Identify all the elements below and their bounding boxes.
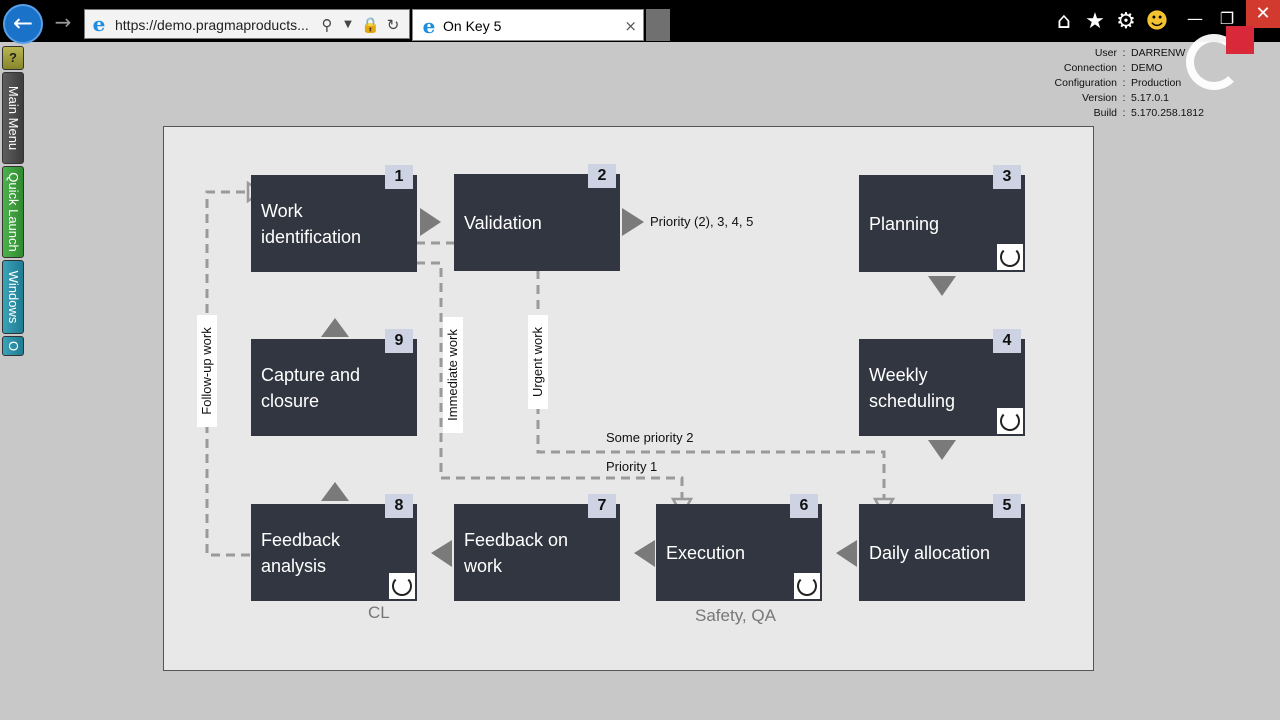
- lock-icon[interactable]: 🔒: [361, 15, 380, 35]
- step-number: 7: [588, 494, 616, 518]
- smiley-feedback-icon[interactable]: ☻: [1145, 10, 1169, 34]
- windows-button[interactable]: Windows: [2, 260, 24, 334]
- o-label: O: [6, 340, 21, 352]
- help-button[interactable]: ?: [2, 46, 24, 70]
- tab-close-icon[interactable]: ×: [624, 16, 637, 36]
- back-arrow-icon[interactable]: ←: [3, 4, 43, 44]
- arrow-3-to-4: [928, 276, 956, 296]
- step-feedback-on-work[interactable]: Feedback on work 7: [454, 494, 620, 601]
- ie-logo-icon: e: [92, 12, 106, 36]
- step-planning[interactable]: Planning 3: [859, 165, 1025, 272]
- urgent-connector: [536, 270, 886, 499]
- step-title: Execution: [666, 542, 746, 563]
- step-work-identification[interactable]: Work identification 1: [251, 165, 417, 272]
- info-row-build: Build: 5.170.258.1812: [1093, 107, 1204, 119]
- arrow-4-to-5: [928, 440, 956, 460]
- favorites-star-icon[interactable]: ★: [1083, 10, 1107, 34]
- some-priority-2-label: Some priority 2: [606, 430, 694, 445]
- tab-on-key-5[interactable]: e On Key 5 ×: [412, 9, 644, 41]
- search-icon[interactable]: ⚲: [317, 15, 337, 35]
- priority-1-label: Priority 1: [606, 459, 658, 474]
- follow-up-work-label: Follow-up work: [197, 315, 217, 427]
- urgent-work-label: Urgent work: [528, 315, 548, 409]
- step-title: Validation: [464, 212, 542, 233]
- url-text[interactable]: https://demo.pragmaproducts...: [115, 15, 311, 35]
- refresh-icon[interactable]: ↻: [383, 15, 403, 35]
- step-number: 9: [385, 329, 413, 353]
- o-button[interactable]: O: [2, 336, 24, 356]
- new-tab-button[interactable]: [646, 9, 670, 41]
- browser-toolbar: ← → e https://demo.pragmaproducts... ⚲ ▼…: [0, 0, 1280, 44]
- info-row-version: Version: 5.17.0.1: [1081, 92, 1169, 104]
- arrow-6-to-7: [634, 540, 655, 567]
- arrow-9-to-1: [321, 318, 349, 337]
- cycle-icon: [389, 573, 415, 599]
- step-number: 8: [385, 494, 413, 518]
- step-title: Feedback analysis: [261, 529, 341, 576]
- main-menu-button[interactable]: Main Menu: [2, 72, 24, 164]
- home-icon[interactable]: ⌂: [1052, 10, 1076, 34]
- step-title: Daily allocation: [869, 542, 991, 563]
- forward-arrow-icon[interactable]: →: [52, 10, 74, 34]
- cycle-icon: [997, 408, 1023, 434]
- step-number: 6: [790, 494, 818, 518]
- arrow-5-to-6: [836, 540, 857, 567]
- cycle-icon: [794, 573, 820, 599]
- ie-logo-icon: e: [422, 14, 436, 38]
- step-title: Capture and closure: [261, 364, 361, 411]
- arrow-8-to-9: [321, 482, 349, 501]
- cycle-icon: [997, 244, 1023, 270]
- step-title: Work identification: [261, 200, 362, 247]
- arrow-7-to-8: [431, 540, 452, 567]
- watermark-logo-square-icon: [1226, 26, 1254, 54]
- process-diagram: Work identification 1 Validation 2 Plann…: [163, 126, 1094, 671]
- cl-label: CL: [368, 603, 390, 622]
- dropdown-icon[interactable]: ▼: [341, 15, 355, 35]
- info-row-configuration: Configuration: Production: [1054, 77, 1182, 89]
- quick-launch-label: Quick Launch: [6, 172, 21, 252]
- step-number: 4: [993, 329, 1021, 353]
- safety-qa-label: Safety, QA: [695, 606, 776, 625]
- arrow-1-to-2: [420, 208, 441, 236]
- step-validation[interactable]: Validation 2: [454, 164, 620, 271]
- help-label: ?: [9, 50, 17, 65]
- step-title: Weekly scheduling: [869, 364, 956, 411]
- step-number: 5: [993, 494, 1021, 518]
- step-title: Planning: [869, 213, 940, 234]
- step-daily-allocation[interactable]: Daily allocation 5: [859, 494, 1025, 601]
- step-weekly-scheduling[interactable]: Weekly scheduling 4: [859, 329, 1025, 436]
- minimize-icon[interactable]: —: [1180, 6, 1210, 32]
- step-number: 3: [993, 165, 1021, 189]
- tab-title: On Key 5: [443, 18, 502, 34]
- priority-list-label: Priority (2), 3, 4, 5: [650, 214, 754, 229]
- step-capture-and-closure[interactable]: Capture and closure 9: [251, 329, 417, 436]
- step-feedback-analysis[interactable]: Feedback analysis 8: [251, 494, 417, 601]
- arrow-2-out: [622, 208, 644, 236]
- close-window-icon[interactable]: ✕: [1246, 0, 1280, 28]
- windows-label: Windows: [6, 270, 21, 324]
- step-number: 1: [385, 165, 413, 189]
- step-execution[interactable]: Execution 6: [656, 494, 822, 601]
- address-bar[interactable]: e https://demo.pragmaproducts... ⚲ ▼ 🔒 ↻: [84, 9, 410, 39]
- immediate-work-label: Immediate work: [443, 317, 463, 433]
- step-title: Feedback on work: [464, 529, 569, 576]
- step-number: 2: [588, 164, 616, 188]
- settings-gear-icon[interactable]: ⚙: [1114, 10, 1138, 34]
- main-menu-label: Main Menu: [6, 85, 21, 151]
- quick-launch-button[interactable]: Quick Launch: [2, 166, 24, 258]
